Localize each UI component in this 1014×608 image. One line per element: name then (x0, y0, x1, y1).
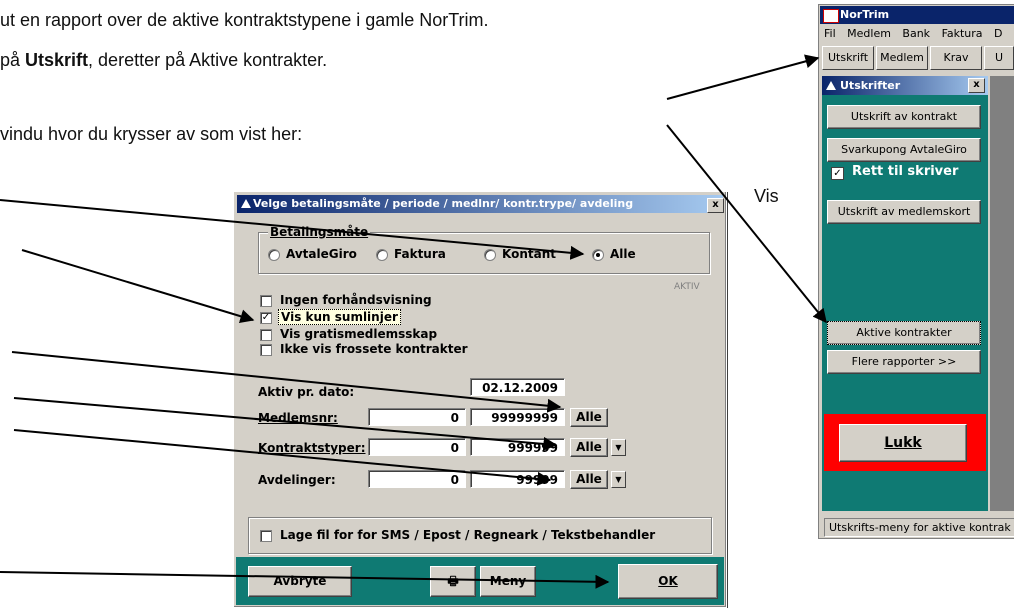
arrow-to-utskrift-toolbar (666, 54, 820, 100)
radio-alle[interactable] (592, 249, 604, 261)
avdelinger-alle-button[interactable]: Alle (570, 470, 608, 489)
checkbox-ingen-forhandsvisning-label[interactable]: Ingen forhåndsvisning (280, 293, 432, 307)
medlemsnr-to-field[interactable]: 99999999 (470, 408, 565, 426)
utskrift-av-medlemskort-button[interactable]: Utskrift av medlemskort (827, 200, 981, 224)
doc-line-2-prefix: på (0, 50, 26, 70)
nortrim-menubar: Fil Medlem Bank Faktura D (820, 25, 1007, 43)
cancel-button[interactable]: Avbryte (248, 566, 352, 597)
medlemsnr-label: Medlemsnr: (258, 411, 338, 425)
utskrifter-pane-title: Utskrifter (840, 79, 901, 92)
dialog-close-button[interactable]: x (707, 198, 724, 213)
rett-til-skriver-label[interactable]: Rett til skriver (852, 164, 958, 179)
svarkupong-avtalegiro-button[interactable]: Svarkupong AvtaleGiro (827, 138, 981, 162)
pane-icon (826, 81, 836, 90)
menu-d[interactable]: D (994, 27, 1002, 40)
menu-fil[interactable]: Fil (824, 27, 836, 40)
nortrim-title: NorTrim (840, 8, 890, 21)
checkbox-ikke-vis-frossete[interactable] (260, 344, 272, 356)
nortrim-window: NorTrim Fil Medlem Bank Faktura D Utskri… (817, 3, 1014, 540)
checkbox-lage-fil[interactable] (260, 530, 272, 542)
avdelinger-label: Avdelinger: (258, 473, 336, 487)
aktiv-date-field[interactable]: 02.12.2009 (470, 378, 565, 396)
payment-group-label: Betalingsmåte (268, 225, 371, 239)
doc-line-2-bold: Utskrift (25, 50, 89, 70)
medlemsnr-alle-button[interactable]: Alle (570, 408, 608, 427)
doc-line-2: på Utskrift, deretter på Aktive kontrakt… (0, 50, 327, 71)
doc-line-1: ut en rapport over de aktive kontraktsty… (0, 10, 489, 30)
radio-kontant[interactable] (484, 249, 496, 261)
checkbox-ikke-vis-frossete-label[interactable]: Ikke vis frossete kontrakter (280, 342, 468, 356)
avdelinger-to-field[interactable]: 99999 (470, 470, 565, 488)
arrow-to-vis-kun-sumlinjer (21, 249, 255, 324)
utskrifter-pane: Utskrifter x Utskrift av kontrakt Svarku… (822, 76, 988, 511)
avdelinger-from-field[interactable]: 0 (368, 470, 466, 488)
aktiv-date-label: Aktiv pr. dato: (258, 385, 355, 399)
select-dialog: Velge betalingsmåte / periode / medlnr/ … (233, 191, 727, 608)
toolbar-u-button[interactable]: U (984, 46, 1014, 70)
checkbox-vis-gratismedlemsskap-label[interactable]: Vis gratismedlemsskap (280, 327, 437, 341)
toolbar-utskrift-button[interactable]: Utskrift (822, 46, 874, 70)
toolbar-medlem-button[interactable]: Medlem (876, 46, 928, 70)
menu-button[interactable]: Meny (480, 566, 536, 597)
menu-bank[interactable]: Bank (902, 27, 930, 40)
checkbox-vis-kun-sumlinjer[interactable]: ✓ (260, 312, 272, 324)
utskrifter-pane-titlebar: Utskrifter (822, 76, 988, 95)
nortrim-workspace (990, 76, 1014, 511)
dialog-title: Velge betalingsmåte / periode / medlnr/ … (253, 197, 634, 210)
menu-faktura[interactable]: Faktura (942, 27, 983, 40)
nortrim-titlebar: NorTrim (820, 6, 1014, 24)
radio-avtalegiro[interactable] (268, 249, 280, 261)
nortrim-logo-icon (823, 9, 839, 23)
lukk-button[interactable]: Lukk (839, 424, 967, 462)
doc-line-2-suffix: , deretter på Aktive kontrakter. (88, 50, 328, 70)
utskrift-av-kontrakt-button[interactable]: Utskrift av kontrakt (827, 105, 981, 129)
medlemsnr-from-field[interactable]: 0 (368, 408, 466, 426)
checkbox-vis-kun-sumlinjer-label[interactable]: Vis kun sumlinjer (278, 309, 401, 325)
checkbox-vis-gratismedlemsskap[interactable] (260, 329, 272, 341)
checkbox-lage-fil-label[interactable]: Lage fil for for SMS / Epost / Regneark … (280, 528, 655, 542)
checkbox-ingen-forhandsvisning[interactable] (260, 295, 272, 307)
kontraktstyper-alle-button[interactable]: Alle (570, 438, 608, 457)
radio-kontant-label[interactable]: Kontant (502, 247, 556, 261)
rett-til-skriver-checkbox[interactable]: ✓ (831, 167, 844, 180)
print-button[interactable]: 🖶 (430, 566, 476, 597)
kontraktstyper-from-field[interactable]: 0 (368, 438, 466, 456)
ok-button[interactable]: OK (618, 564, 718, 599)
radio-faktura[interactable] (376, 249, 388, 261)
aktive-kontrakter-button[interactable]: Aktive kontrakter (827, 321, 981, 345)
doc-line-3: vindu hvor du krysser av som vist her: (0, 124, 303, 144)
flere-rapporter-button[interactable]: Flere rapporter >> (827, 350, 981, 374)
vis-label: Vis (754, 186, 779, 206)
app-icon (241, 199, 251, 208)
avdelinger-dropdown-button[interactable]: ▼ (611, 471, 626, 488)
kontraktstyper-dropdown-button[interactable]: ▼ (611, 439, 626, 456)
menu-medlem[interactable]: Medlem (847, 27, 891, 40)
utskrifter-close-button[interactable]: x (968, 78, 985, 93)
kontraktstyper-to-field[interactable]: 999999 (470, 438, 565, 456)
radio-faktura-label[interactable]: Faktura (394, 247, 446, 261)
kontraktstyper-label: Kontraktstyper: (258, 441, 366, 455)
radio-avtalegiro-label[interactable]: AvtaleGiro (286, 247, 357, 261)
status-bar: Utskrifts-meny for aktive kontrak (824, 518, 1014, 537)
toolbar-krav-button[interactable]: Krav (930, 46, 982, 70)
aktiv-label: AKTIV (674, 282, 700, 292)
dialog-titlebar: Velge betalingsmåte / periode / medlnr/ … (237, 195, 723, 213)
radio-alle-label[interactable]: Alle (610, 247, 636, 261)
